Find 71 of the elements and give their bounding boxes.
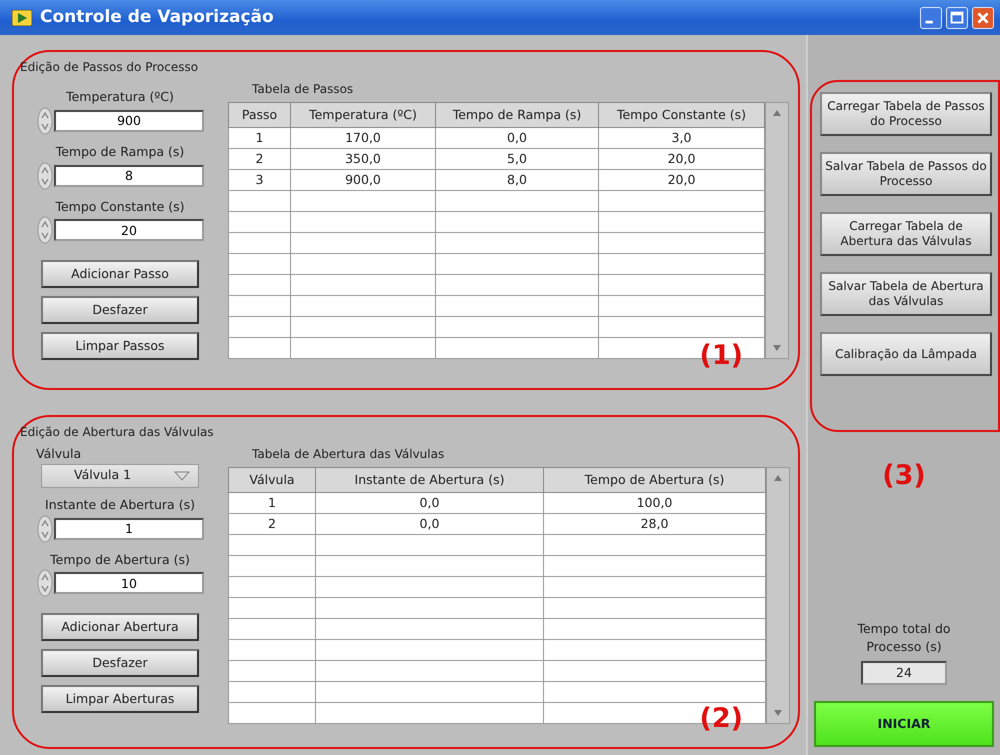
action-button[interactable]: Limpar Passos	[41, 332, 199, 360]
action-button[interactable]: Carregar Tabela de Passos do Processo	[820, 92, 992, 136]
scrollbar[interactable]	[766, 467, 790, 724]
table-cell: 0,0	[316, 492, 544, 514]
field-label: Válvula	[35, 445, 82, 463]
action-button[interactable]: Salvar Tabela de Passos do Processo	[820, 152, 992, 196]
column-header[interactable]: Tempo Constante (s)	[598, 102, 764, 128]
section-title: Edição de Abertura das Válvulas	[20, 424, 215, 441]
table-cell: 1	[228, 128, 290, 148]
column-header[interactable]: Tempo de Rampa (s)	[436, 102, 598, 128]
action-button[interactable]: Carregar Tabela de Abertura das Válvulas	[820, 212, 992, 256]
field-label: Instante de Abertura (s)	[45, 496, 195, 514]
start-button[interactable]: INICIAR	[814, 701, 994, 747]
caret-icon	[174, 470, 190, 481]
number-field[interactable]: 20	[54, 219, 204, 242]
column-header[interactable]: Válvula	[228, 468, 316, 492]
action-button[interactable]: Salvar Tabela de Abertura das Válvulas	[820, 272, 992, 316]
table-title: Tabela de Passos	[251, 81, 354, 98]
spinner-icon[interactable]	[36, 569, 54, 598]
close-icon[interactable]	[972, 6, 994, 28]
annotation-label: (2)	[700, 702, 743, 736]
action-button[interactable]: Limpar Aberturas	[41, 685, 199, 714]
action-button[interactable]: Desfazer	[41, 296, 199, 324]
section-title: Edição de Passos do Processo	[20, 59, 200, 76]
number-field[interactable]: 900	[54, 110, 204, 132]
minimize-icon[interactable]	[920, 6, 942, 28]
column-header[interactable]: Temperatura (ºC)	[290, 102, 436, 128]
column-header[interactable]: Instante de Abertura (s)	[316, 468, 544, 492]
dropdown[interactable]: Válvula 1	[41, 464, 199, 488]
scrollbar[interactable]	[765, 102, 789, 359]
table-cell: 0,0	[436, 128, 598, 148]
table-cell: 8,0	[436, 170, 598, 190]
action-button[interactable]: Calibração da Lâmpada	[820, 332, 992, 376]
table-cell: 2	[228, 514, 316, 534]
annotation-label: (1)	[700, 338, 743, 372]
maximize-icon[interactable]	[946, 6, 968, 28]
field-label: Temperatura (ºC)	[66, 88, 174, 106]
action-button[interactable]: Adicionar Passo	[41, 260, 199, 288]
spinner-icon[interactable]	[36, 106, 54, 135]
table-cell: 3,0	[598, 128, 764, 148]
spinner-icon[interactable]	[36, 514, 54, 542]
number-field[interactable]: 1	[54, 518, 204, 540]
table-cell: 100,0	[544, 492, 766, 514]
field-label: Tempo de Abertura (s)	[50, 550, 190, 569]
action-button[interactable]: Desfazer	[41, 649, 199, 678]
table-cell: 1	[228, 492, 316, 514]
field-label: Tempo de Rampa (s)	[56, 142, 184, 161]
table-cell: 28,0	[544, 514, 766, 534]
column-header[interactable]: Tempo de Abertura (s)	[544, 468, 766, 492]
table-cell: 2	[228, 148, 290, 170]
table-cell: 5,0	[436, 148, 598, 170]
output-field: 24	[861, 661, 947, 685]
table-cell: 350,0	[290, 148, 436, 170]
table-title: Tabela de Abertura das Válvulas	[251, 446, 446, 463]
table-cell: 170,0	[290, 128, 436, 148]
output-label: Tempo total do Processo (s)	[856, 620, 952, 656]
action-button[interactable]: Adicionar Abertura	[41, 613, 199, 642]
number-field[interactable]: 8	[54, 164, 204, 186]
spinner-icon[interactable]	[36, 216, 54, 244]
table-cell: 0,0	[316, 514, 544, 534]
table-cell: 900,0	[290, 170, 436, 190]
table-cell: 20,0	[598, 170, 764, 190]
table-cell: 3	[228, 170, 290, 190]
number-field[interactable]: 10	[54, 572, 204, 594]
table-cell: 20,0	[598, 148, 764, 170]
field-label: Tempo Constante (s)	[55, 198, 185, 216]
window-title: Controle de Vaporização	[40, 6, 274, 29]
spinner-icon[interactable]	[36, 162, 54, 190]
annotation-label: (3)	[882, 459, 926, 493]
app-icon	[12, 10, 32, 26]
column-header[interactable]: Passo	[228, 102, 290, 128]
